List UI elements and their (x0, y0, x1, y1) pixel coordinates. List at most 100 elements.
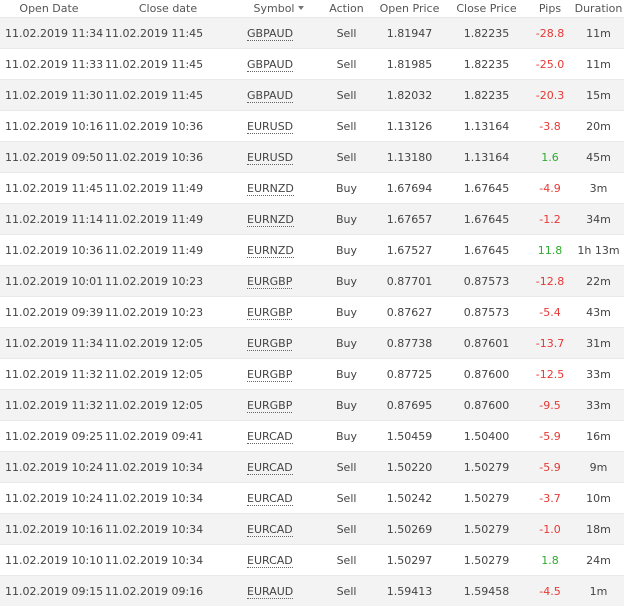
header-row: Open Date Close date Symbol Action Open … (0, 0, 624, 18)
duration-cell: 18m (573, 513, 624, 545)
symbol-cell: EURCAD (238, 544, 320, 576)
symbol-link[interactable]: EURNZD (247, 212, 294, 227)
open-price-cell: 1.67527 (373, 234, 446, 266)
close-price-cell: 0.87573 (446, 265, 527, 297)
symbol-link[interactable]: EURCAD (247, 522, 293, 537)
open-date-cell: 11.02.2019 10:10 (0, 544, 103, 576)
symbol-cell: EURCAD (238, 513, 320, 545)
close-price-cell: 0.87600 (446, 389, 527, 421)
duration-cell: 34m (573, 203, 624, 235)
close-date-cell: 11.02.2019 11:49 (98, 203, 238, 235)
action-cell: Sell (320, 513, 373, 545)
close-price-cell: 0.87601 (446, 327, 527, 359)
symbol-link[interactable]: GBPAUD (247, 26, 294, 41)
symbol-link[interactable]: EURUSD (247, 150, 294, 165)
duration-cell: 33m (573, 358, 624, 390)
action-cell: Sell (320, 575, 373, 606)
pips-value: -25.0 (535, 57, 565, 71)
pips-value: -3.7 (539, 491, 561, 505)
symbol-cell: EURCAD (238, 451, 320, 483)
symbol-link[interactable]: EURGBP (247, 305, 293, 320)
close-date-cell: 11.02.2019 10:34 (98, 544, 238, 576)
action-cell: Sell (320, 110, 373, 142)
column-header-symbol[interactable]: Symbol (238, 0, 320, 18)
pips-value: -20.3 (535, 88, 565, 102)
symbol-cell: EURNZD (238, 203, 320, 235)
pips-value: 1.6 (541, 150, 559, 164)
symbol-cell: GBPAUD (238, 17, 320, 49)
pips-cell: -9.5 (527, 389, 573, 421)
table-row: 11.02.2019 09:15 11.02.2019 09:16 EURAUD Se… (0, 575, 624, 606)
symbol-link[interactable]: EURCAD (247, 460, 293, 475)
open-price-cell: 1.82032 (373, 79, 446, 111)
symbol-link[interactable]: EURGBP (247, 398, 293, 413)
symbol-link[interactable]: EURGBP (247, 274, 293, 289)
pips-cell: -5.9 (527, 451, 573, 483)
close-date-cell: 11.02.2019 10:34 (98, 482, 238, 514)
symbol-cell: EURNZD (238, 172, 320, 204)
pips-value: -5.9 (539, 460, 561, 474)
action-cell: Buy (320, 265, 373, 297)
table-row: 11.02.2019 10:01 11.02.2019 10:23 EURGBP Bu… (0, 265, 624, 297)
table-header: Open Date Close date Symbol Action Open … (0, 0, 624, 18)
table-row: 11.02.2019 10:24 11.02.2019 10:34 EURCAD Se… (0, 482, 624, 514)
pips-value: -4.9 (539, 181, 561, 195)
symbol-link[interactable]: EURAUD (247, 584, 294, 599)
table-row: 11.02.2019 11:33 11.02.2019 11:45 GBPAUD Se… (0, 48, 624, 80)
open-price-cell: 1.13180 (373, 141, 446, 173)
pips-cell: -1.0 (527, 513, 573, 545)
symbol-cell: EURUSD (238, 110, 320, 142)
column-header-close-date[interactable]: Close date (98, 0, 238, 18)
open-date-cell: 11.02.2019 10:01 (0, 265, 103, 297)
symbol-link[interactable]: EURNZD (247, 181, 294, 196)
close-date-cell: 11.02.2019 10:23 (98, 265, 238, 297)
open-date-cell: 11.02.2019 09:25 (0, 420, 103, 452)
open-date-cell: 11.02.2019 10:16 (0, 513, 103, 545)
table-row: 11.02.2019 11:34 11.02.2019 12:05 EURGBP Bu… (0, 327, 624, 359)
symbol-link[interactable]: GBPAUD (247, 88, 294, 103)
column-header-open-price[interactable]: Open Price (373, 0, 446, 18)
symbol-link[interactable]: EURUSD (247, 119, 294, 134)
pips-value: -5.4 (539, 305, 561, 319)
close-price-cell: 1.82235 (446, 48, 527, 80)
pips-value: -1.2 (539, 212, 561, 226)
close-date-cell: 11.02.2019 11:49 (98, 172, 238, 204)
close-price-cell: 1.50279 (446, 544, 527, 576)
symbol-link[interactable]: EURNZD (247, 243, 294, 258)
action-cell: Sell (320, 544, 373, 576)
open-price-cell: 0.87738 (373, 327, 446, 359)
close-date-cell: 11.02.2019 10:36 (98, 110, 238, 142)
table-row: 11.02.2019 11:14 11.02.2019 11:49 EURNZD Bu… (0, 203, 624, 235)
open-price-cell: 1.50220 (373, 451, 446, 483)
column-header-pips[interactable]: Pips (527, 0, 573, 18)
column-header-open-date[interactable]: Open Date (0, 0, 98, 18)
duration-cell: 45m (573, 141, 624, 173)
pips-value: -9.5 (539, 398, 561, 412)
symbol-link[interactable]: EURCAD (247, 491, 293, 506)
open-date-cell: 11.02.2019 11:32 (0, 389, 103, 421)
action-cell: Buy (320, 172, 373, 204)
duration-cell: 31m (573, 327, 624, 359)
column-header-close-price[interactable]: Close Price (446, 0, 527, 18)
column-header-duration[interactable]: Duration (573, 0, 624, 18)
pips-cell: -28.8 (527, 17, 573, 49)
open-price-cell: 1.50242 (373, 482, 446, 514)
pips-cell: -12.5 (527, 358, 573, 390)
close-price-cell: 1.50279 (446, 513, 527, 545)
close-price-cell: 1.50400 (446, 420, 527, 452)
duration-cell: 20m (573, 110, 624, 142)
symbol-link[interactable]: EURCAD (247, 553, 293, 568)
symbol-link[interactable]: EURGBP (247, 336, 293, 351)
symbol-cell: EURNZD (238, 234, 320, 266)
column-header-symbol-label: Symbol (253, 2, 295, 15)
pips-cell: 11.8 (527, 234, 573, 266)
pips-value: -4.5 (539, 584, 561, 598)
open-date-cell: 11.02.2019 11:34 (0, 17, 103, 49)
duration-cell: 33m (573, 389, 624, 421)
symbol-cell: EURGBP (238, 327, 320, 359)
column-header-action[interactable]: Action (320, 0, 373, 18)
symbol-link[interactable]: GBPAUD (247, 57, 294, 72)
symbol-link[interactable]: EURCAD (247, 429, 293, 444)
symbol-link[interactable]: EURGBP (247, 367, 293, 382)
table-row: 11.02.2019 09:50 11.02.2019 10:36 EURUSD Se… (0, 141, 624, 173)
